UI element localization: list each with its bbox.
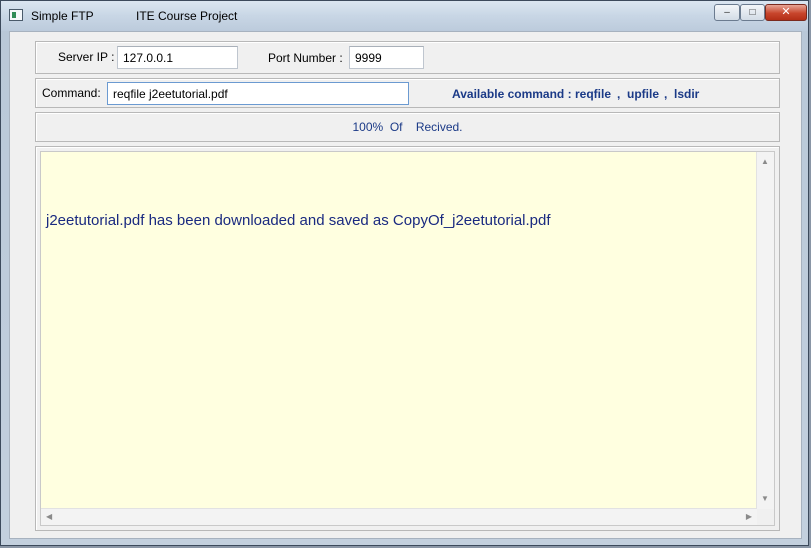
vertical-scrollbar[interactable]: ▲ ▼ — [756, 152, 774, 509]
command-panel: Command: reqfile j2eetutorial.pdf Availa… — [35, 78, 780, 108]
app-icon[interactable] — [9, 9, 23, 21]
title-bar[interactable]: Simple FTP ITE Course Project ‒ □ ✕ — [1, 1, 808, 31]
output-text: j2eetutorial.pdf has been downloaded and… — [46, 212, 551, 229]
horizontal-scrollbar[interactable]: ◀ ▶ — [41, 508, 757, 525]
app-window: Simple FTP ITE Course Project ‒ □ ✕ Serv… — [0, 0, 809, 546]
close-button[interactable]: ✕ — [765, 4, 807, 21]
command-reqfile: reqfile — [575, 87, 612, 101]
command-input[interactable]: reqfile j2eetutorial.pdf — [107, 82, 409, 105]
maximize-icon: □ — [749, 6, 756, 18]
port-label: Port Number : — [268, 51, 343, 65]
status-panel: 100% Of Recived. — [35, 112, 780, 142]
command-label: Command: — [42, 86, 101, 100]
output-panel: j2eetutorial.pdf has been downloaded and… — [35, 146, 780, 531]
scroll-left-icon[interactable]: ◀ — [46, 513, 52, 521]
available-commands-label: Available command : — [452, 87, 572, 101]
server-ip-input[interactable]: 127.0.0.1 — [117, 46, 238, 69]
close-icon: ✕ — [781, 6, 791, 18]
scroll-down-icon[interactable]: ▼ — [761, 495, 769, 503]
scrollbar-corner — [757, 509, 774, 525]
output-textarea[interactable]: j2eetutorial.pdf has been downloaded and… — [40, 151, 775, 526]
scroll-right-icon[interactable]: ▶ — [746, 513, 752, 521]
maximize-button[interactable]: □ — [740, 4, 765, 21]
port-input[interactable]: 9999 — [349, 46, 424, 69]
transfer-status: 100% Of Recived. — [352, 120, 463, 134]
command-upfile: upfile — [627, 87, 659, 101]
window-title: Simple FTP — [31, 9, 94, 23]
command-lsdir: lsdir — [674, 87, 700, 101]
scroll-up-icon[interactable]: ▲ — [761, 158, 769, 166]
command-separator: , — [664, 87, 668, 101]
minimize-icon: ‒ — [724, 6, 730, 18]
server-ip-label: Server IP : — [58, 50, 115, 64]
command-separator: , — [617, 87, 621, 101]
client-area: Server IP : 127.0.0.1 Port Number : 9999… — [9, 31, 802, 539]
window-subtitle: ITE Course Project — [136, 9, 238, 23]
minimize-button[interactable]: ‒ — [714, 4, 740, 21]
connection-panel: Server IP : 127.0.0.1 Port Number : 9999 — [35, 41, 780, 74]
